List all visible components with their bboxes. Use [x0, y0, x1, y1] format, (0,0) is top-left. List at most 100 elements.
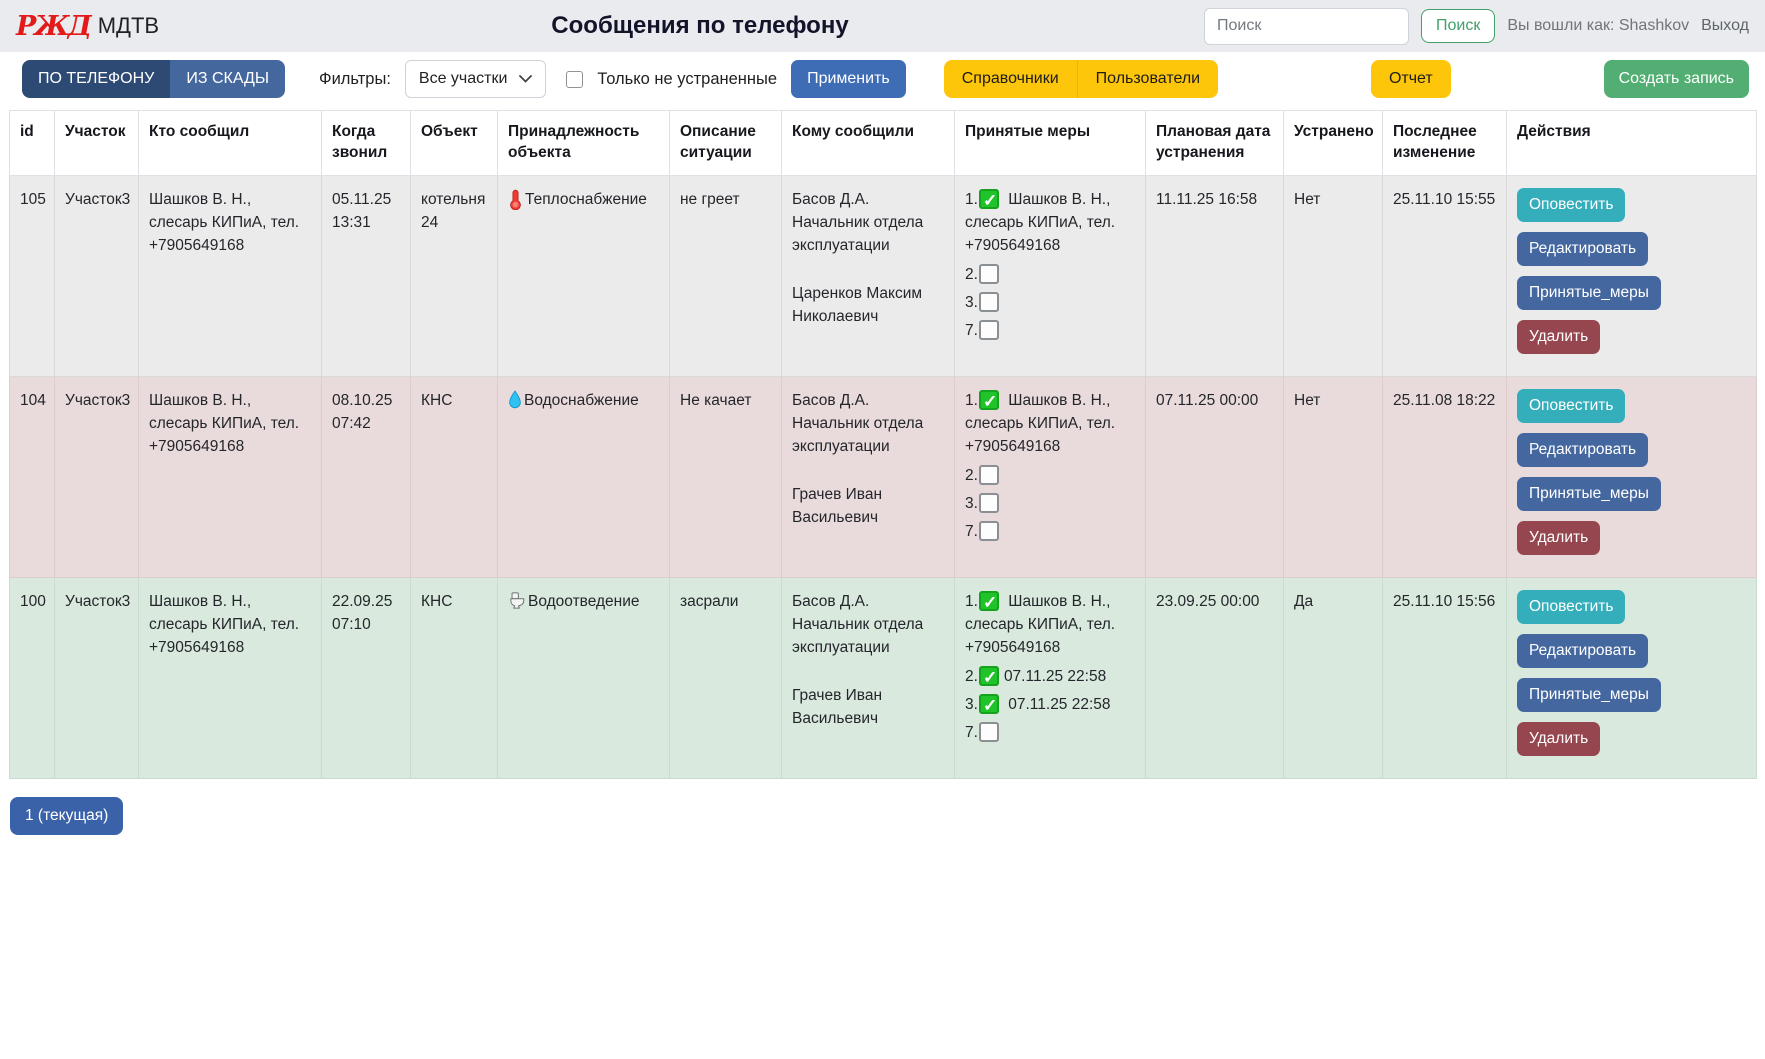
notified-person: Грачев Иван Васильевич — [792, 483, 944, 530]
pagination-current-button[interactable]: 1 (текущая) — [10, 797, 123, 835]
notified-person: Царенков Максим Николаевич — [792, 282, 944, 329]
cell-call-time: 05.11.25 13:31 — [322, 175, 411, 376]
search-input[interactable] — [1204, 8, 1409, 45]
notified-person: Басов Д.А. Начальник отдела эксплуатации — [792, 590, 944, 660]
report-button[interactable]: Отчет — [1371, 60, 1451, 98]
measure-item: 3. — [965, 492, 1135, 515]
chevron-down-icon — [519, 75, 532, 83]
measure-item: 1. Шашков В. Н., слесарь КИПиА, тел. +79… — [965, 590, 1135, 660]
measure-item: 1. Шашков В. Н., слесарь КИПиА, тел. +79… — [965, 188, 1135, 258]
tab-from-scada[interactable]: ИЗ СКАДЫ — [170, 60, 285, 98]
affiliation-label: Теплоснабжение — [525, 188, 647, 211]
only-unresolved-label: Только не устраненные — [597, 70, 777, 89]
users-button[interactable]: Пользователи — [1077, 60, 1218, 98]
logout-link[interactable]: Выход — [1701, 17, 1749, 35]
messages-table: id Участок Кто сообщил Когда звонил Объе… — [9, 110, 1757, 779]
measure-checkbox[interactable] — [979, 521, 999, 541]
cell-notified: Басов Д.А. Начальник отдела эксплуатации… — [782, 376, 955, 577]
measure-checkbox[interactable] — [979, 722, 999, 742]
cell-affiliation: Водоотведение — [498, 577, 670, 778]
notified-person: Басов Д.А. Начальник отдела эксплуатации — [792, 188, 944, 258]
toilet-icon — [508, 591, 526, 610]
affiliation-label: Водоотведение — [528, 590, 640, 613]
measure-checkbox[interactable] — [979, 320, 999, 340]
measures-button[interactable]: Принятые_меры — [1517, 477, 1661, 511]
measure-number: 2. — [965, 266, 978, 283]
column-header-measures: Принятые меры — [955, 111, 1146, 176]
cell-reporter: Шашков В. Н., слесарь КИПиА, тел. +79056… — [139, 577, 322, 778]
measure-item: 3. — [965, 291, 1135, 314]
tab-by-phone[interactable]: ПО ТЕЛЕФОНУ — [22, 60, 170, 98]
cell-resolved: Да — [1284, 577, 1383, 778]
notify-button[interactable]: Оповестить — [1517, 188, 1625, 222]
cell-measures: 1. Шашков В. Н., слесарь КИПиА, тел. +79… — [955, 376, 1146, 577]
cell-last-change: 25.11.10 15:55 — [1383, 175, 1507, 376]
edit-button[interactable]: Редактировать — [1517, 433, 1648, 467]
measure-checkbox[interactable] — [979, 390, 999, 410]
brand-name: МДТВ — [98, 13, 159, 39]
edit-button[interactable]: Редактировать — [1517, 634, 1648, 668]
cell-planned-date: 23.09.25 00:00 — [1146, 577, 1284, 778]
table-row: 105 Участок3 Шашков В. Н., слесарь КИПиА… — [10, 175, 1757, 376]
measure-number: 3. — [965, 696, 978, 713]
measure-checkbox[interactable] — [979, 493, 999, 513]
cell-notified: Басов Д.А. Начальник отдела эксплуатации… — [782, 577, 955, 778]
cell-description: Не качает — [670, 376, 782, 577]
only-unresolved-checkbox[interactable] — [566, 71, 583, 88]
cell-measures: 1. Шашков В. Н., слесарь КИПиА, тел. +79… — [955, 577, 1146, 778]
top-right: Поиск Вы вошли как: Shashkov Выход — [1204, 8, 1749, 45]
table-header-row: id Участок Кто сообщил Когда звонил Объе… — [10, 111, 1757, 176]
delete-button[interactable]: Удалить — [1517, 521, 1600, 555]
delete-button[interactable]: Удалить — [1517, 320, 1600, 354]
rzd-logo: РЖД — [16, 11, 90, 42]
cell-call-time: 08.10.25 07:42 — [322, 376, 411, 577]
cell-resolved: Нет — [1284, 376, 1383, 577]
search-button[interactable]: Поиск — [1421, 9, 1495, 43]
cell-last-change: 25.11.10 15:56 — [1383, 577, 1507, 778]
measure-checkbox[interactable] — [979, 694, 999, 714]
delete-button[interactable]: Удалить — [1517, 722, 1600, 756]
column-header-last-change: Последнее изменение — [1383, 111, 1507, 176]
measure-number: 3. — [965, 294, 978, 311]
measure-checkbox[interactable] — [979, 465, 999, 485]
measure-item: 7. — [965, 319, 1135, 342]
apply-button[interactable]: Применить — [791, 60, 906, 98]
measure-text: 07.11.25 22:58 — [1004, 696, 1111, 713]
affiliation-label: Водоснабжение — [524, 389, 639, 412]
measure-checkbox[interactable] — [979, 292, 999, 312]
column-header-affiliation: Принадлежность объекта — [498, 111, 670, 176]
measure-number: 1. — [965, 593, 978, 610]
page-title: Сообщения по телефону — [208, 12, 1192, 40]
directories-button[interactable]: Справочники — [944, 60, 1077, 98]
edit-button[interactable]: Редактировать — [1517, 232, 1648, 266]
cell-affiliation: Теплоснабжение — [498, 175, 670, 376]
column-header-notified: Кому сообщили — [782, 111, 955, 176]
cell-object: котельня 24 — [411, 175, 498, 376]
messages-table-wrap: id Участок Кто сообщил Когда звонил Объе… — [0, 110, 1765, 779]
sections-select[interactable]: Все участки — [405, 60, 547, 98]
cell-planned-date: 07.11.25 00:00 — [1146, 376, 1284, 577]
notify-button[interactable]: Оповестить — [1517, 590, 1625, 624]
measure-checkbox[interactable] — [979, 591, 999, 611]
measure-item: 2.07.11.25 22:58 — [965, 665, 1135, 688]
table-row: 100 Участок3 Шашков В. Н., слесарь КИПиА… — [10, 577, 1757, 778]
measure-checkbox[interactable] — [979, 264, 999, 284]
cell-description: засрали — [670, 577, 782, 778]
measure-number: 3. — [965, 495, 978, 512]
create-record-button[interactable]: Создать запись — [1604, 60, 1749, 98]
measure-checkbox[interactable] — [979, 189, 999, 209]
notified-person: Грачев Иван Васильевич — [792, 684, 944, 731]
column-header-section: Участок — [55, 111, 139, 176]
cell-resolved: Нет — [1284, 175, 1383, 376]
measure-checkbox[interactable] — [979, 666, 999, 686]
measure-item: 2. — [965, 263, 1135, 286]
notify-button[interactable]: Оповестить — [1517, 389, 1625, 423]
measure-number: 2. — [965, 467, 978, 484]
measure-text: 07.11.25 22:58 — [1004, 668, 1106, 685]
measures-button[interactable]: Принятые_меры — [1517, 276, 1661, 310]
cell-section: Участок3 — [55, 577, 139, 778]
column-header-id: id — [10, 111, 55, 176]
measures-button[interactable]: Принятые_меры — [1517, 678, 1661, 712]
admin-buttons-group: Справочники Пользователи — [944, 60, 1218, 98]
thermometer-icon — [508, 189, 523, 210]
